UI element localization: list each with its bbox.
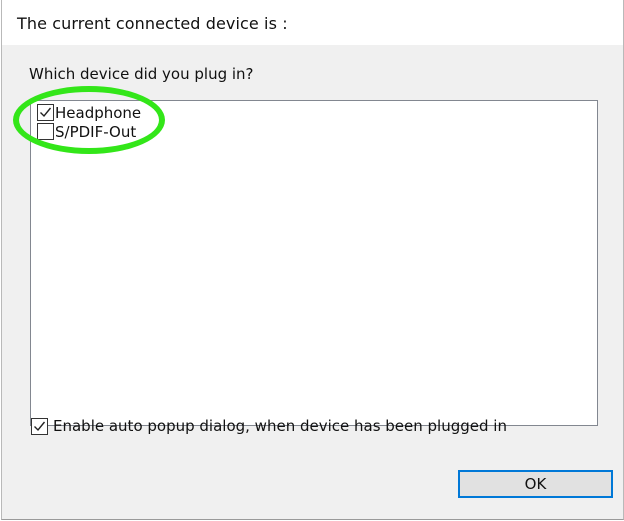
auto-popup-label: Enable auto popup dialog, when device ha… (53, 417, 507, 435)
device-prompt: Which device did you plug in? (29, 65, 254, 83)
device-listbox[interactable]: Headphone S/PDIF-Out (13, 86, 598, 426)
ok-button[interactable]: OK (458, 470, 613, 498)
dialog-content: Which device did you plug in? Headphone … (2, 45, 623, 519)
device-item-headphone[interactable]: Headphone (37, 103, 141, 122)
spdif-out-checkbox[interactable] (37, 123, 54, 140)
device-item-spdif-out[interactable]: S/PDIF-Out (37, 122, 136, 141)
window-title: The current connected device is : (17, 14, 288, 33)
auto-popup-checkbox[interactable] (31, 417, 48, 435)
title-bar: The current connected device is : (2, 0, 623, 45)
headphone-checkbox[interactable] (37, 104, 54, 121)
dialog-window: The current connected device is : Which … (1, 0, 624, 520)
device-item-label: Headphone (55, 103, 142, 122)
checkmark-icon (34, 421, 46, 431)
checkmark-icon (40, 107, 52, 118)
device-item-label: S/PDIF-Out (55, 122, 137, 141)
auto-popup-option[interactable]: Enable auto popup dialog, when device ha… (31, 417, 507, 435)
